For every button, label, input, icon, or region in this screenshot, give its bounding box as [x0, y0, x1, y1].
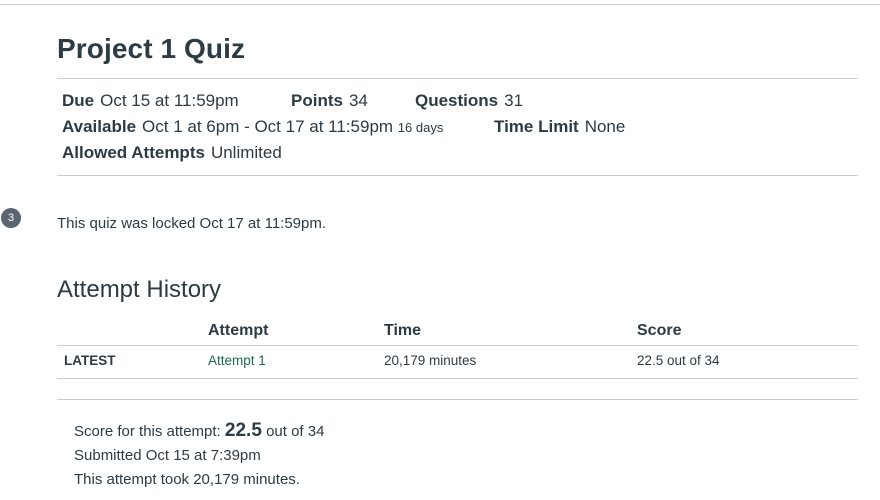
submitted-line: Submitted Oct 15 at 7:39pm [74, 446, 261, 464]
latest-label: LATEST [64, 353, 116, 368]
top-divider [0, 4, 880, 5]
notification-badge[interactable]: 3 [1, 208, 21, 228]
attempt-1-link[interactable]: Attempt 1 [208, 353, 266, 368]
column-header-attempt: Attempt [208, 322, 269, 339]
score-prefix: Score for this attempt: [74, 423, 221, 440]
points-value: 34 [348, 91, 368, 110]
table-row-divider [57, 378, 858, 379]
attempt-score: 22.5 out of 34 [637, 353, 720, 368]
title-divider [57, 78, 858, 79]
due-label: Due [62, 91, 95, 110]
time-limit-label: Time Limit [494, 117, 579, 136]
allowed-attempts-label: Allowed Attempts [62, 143, 205, 162]
allowed-attempts-value: Unlimited [210, 143, 282, 162]
score-value: 22.5 [224, 420, 262, 441]
attempts-pair: Allowed Attempts Unlimited [62, 141, 282, 165]
available-pair: Available Oct 1 at 6pm - Oct 17 at 11:59p… [62, 115, 443, 140]
column-header-time: Time [384, 322, 422, 339]
available-value: Oct 1 at 6pm - Oct 17 at 11:59pm [142, 117, 394, 136]
table-header-divider [57, 345, 858, 346]
time-limit-value: None [584, 117, 626, 136]
questions-pair: Questions 31 [415, 89, 523, 113]
questions-value: 31 [504, 91, 524, 110]
column-header-score: Score [637, 322, 682, 339]
summary-divider [57, 399, 858, 400]
time-limit-pair: Time Limit None [494, 115, 625, 139]
attempt-time: 20,179 minutes [384, 353, 477, 368]
score-suffix: out of 34 [266, 423, 325, 440]
duration-line: This attempt took 20,179 minutes. [74, 471, 300, 488]
available-label: Available [62, 117, 137, 136]
page-title: Project 1 Quiz [57, 33, 246, 64]
points-pair: Points 34 [291, 89, 368, 113]
details-divider [57, 175, 858, 176]
points-label: Points [291, 91, 343, 110]
attempt-history-heading: Attempt History [57, 276, 222, 303]
available-days: 16 days [397, 120, 444, 135]
attempt-summary: Score for this attempt: 22.5 out of 34 S… [74, 419, 324, 493]
due-value: Oct 15 at 11:59pm [100, 91, 239, 110]
score-line: Score for this attempt: 22.5 out of 34 [74, 419, 324, 444]
locked-message: This quiz was locked Oct 17 at 11:59pm. [57, 215, 327, 232]
questions-label: Questions [415, 91, 499, 110]
quiz-page: Project 1 Quiz Due Oct 15 at 11:59pm Poin… [0, 0, 880, 500]
due-pair: Due Oct 15 at 11:59pm [62, 89, 239, 113]
